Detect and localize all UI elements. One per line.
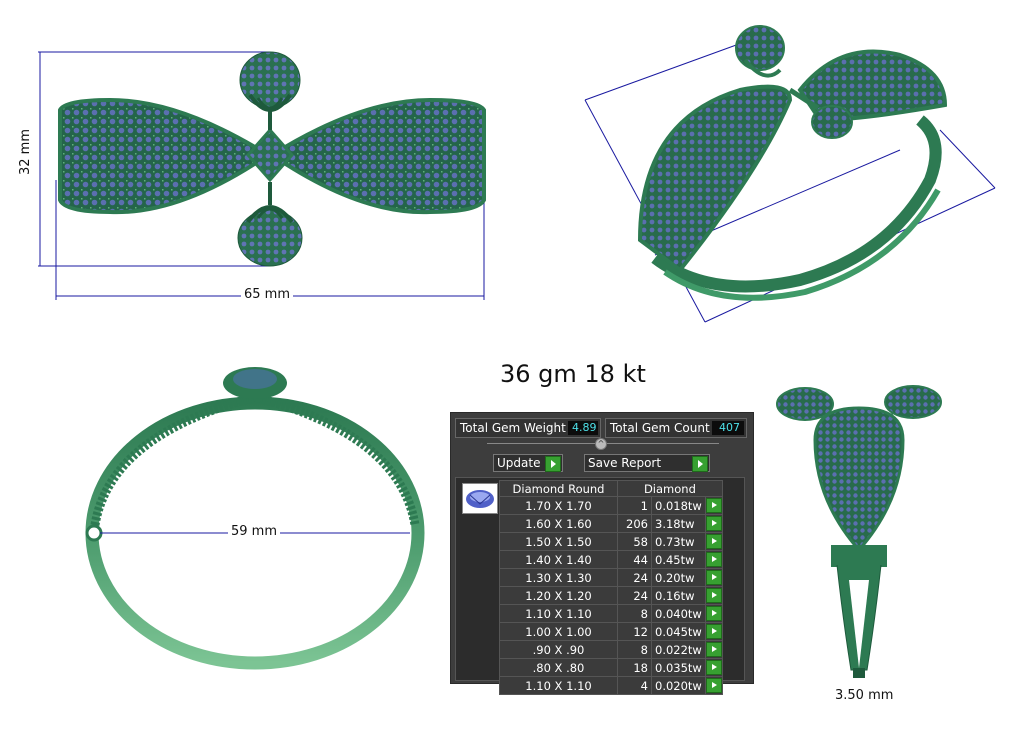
row-action-cell xyxy=(704,604,723,623)
table-row: 1.20 X 1.20 24 0.16tw xyxy=(499,586,723,605)
gem-weight: 0.045tw xyxy=(651,622,706,641)
gem-size: 1.70 X 1.70 xyxy=(499,496,618,515)
table-row: 1.60 X 1.60 206 3.18tw xyxy=(499,514,723,533)
gem-weight: 3.18tw xyxy=(651,514,706,533)
gem-count: 4 xyxy=(617,676,652,695)
gem-count: 44 xyxy=(617,550,652,569)
gem-size: 1.00 X 1.00 xyxy=(499,622,618,641)
gem-count: 24 xyxy=(617,586,652,605)
gem-weight: 0.020tw xyxy=(651,676,706,695)
total-gem-weight-label: Total Gem Weight xyxy=(460,421,566,435)
row-action-cell xyxy=(704,568,723,587)
gem-table: Diamond Round Diamond 1.70 X 1.70 1 0.018t… xyxy=(499,480,723,695)
gem-size: 1.60 X 1.60 xyxy=(499,514,618,533)
play-icon[interactable] xyxy=(705,516,722,531)
right-lobe xyxy=(268,97,486,215)
table-row: 1.10 X 1.10 4 0.020tw xyxy=(499,676,723,695)
perspective-view xyxy=(584,25,996,323)
column-header-material: Diamond xyxy=(617,480,723,497)
gem-size: .80 X .80 xyxy=(499,658,618,677)
band-width-label: 3.50 mm xyxy=(832,688,897,703)
total-gem-weight-box: Total Gem Weight 4.89 xyxy=(455,418,601,438)
total-gem-count-box: Total Gem Count 407 xyxy=(605,418,747,438)
row-action-cell xyxy=(704,640,723,659)
collapse-handle[interactable]: ^ xyxy=(595,438,607,450)
gem-weight: 0.20tw xyxy=(651,568,706,587)
end-view xyxy=(776,385,942,678)
gem-count: 8 xyxy=(617,604,652,623)
gem-weight: 0.035tw xyxy=(651,658,706,677)
gem-size: 1.10 X 1.10 xyxy=(499,676,618,695)
row-action-cell xyxy=(704,676,723,695)
gem-count: 24 xyxy=(617,568,652,587)
play-icon[interactable] xyxy=(705,588,722,603)
table-row: 1.40 X 1.40 44 0.45tw xyxy=(499,550,723,569)
gem-weight: 0.16tw xyxy=(651,586,706,605)
play-icon[interactable] xyxy=(705,642,722,657)
gem-count: 18 xyxy=(617,658,652,677)
gem-size: .90 X .90 xyxy=(499,640,618,659)
update-button[interactable]: Update xyxy=(493,454,563,472)
width-dimension-label: 65 mm xyxy=(241,287,294,302)
table-row: 1.00 X 1.00 12 0.045tw xyxy=(499,622,723,641)
column-header-shape: Diamond Round xyxy=(499,480,618,497)
play-icon[interactable] xyxy=(705,678,722,693)
row-action-cell xyxy=(704,622,723,641)
play-icon xyxy=(545,456,561,472)
play-icon[interactable] xyxy=(705,606,722,621)
play-icon xyxy=(692,456,708,472)
gem-table-container: Diamond Round Diamond 1.70 X 1.70 1 0.018t… xyxy=(455,477,745,695)
play-icon[interactable] xyxy=(705,534,722,549)
gem-weight: 0.040tw xyxy=(651,604,706,623)
total-gem-weight-value: 4.89 xyxy=(568,421,598,435)
total-gem-count-value: 407 xyxy=(712,421,744,435)
play-icon[interactable] xyxy=(705,498,722,513)
row-action-cell xyxy=(704,586,723,605)
table-row: .80 X .80 18 0.035tw xyxy=(499,658,723,677)
row-action-cell xyxy=(704,532,723,551)
row-action-cell xyxy=(704,514,723,533)
gem-weight: 0.018tw xyxy=(651,496,706,515)
gem-size: 1.30 X 1.30 xyxy=(499,568,618,587)
bottom-flower xyxy=(237,182,303,267)
total-gem-count-label: Total Gem Count xyxy=(610,421,710,435)
gem-count: 206 xyxy=(617,514,652,533)
gem-size: 1.10 X 1.10 xyxy=(499,604,618,623)
gem-count: 8 xyxy=(617,640,652,659)
play-icon[interactable] xyxy=(705,570,722,585)
play-icon[interactable] xyxy=(705,624,722,639)
row-action-cell xyxy=(704,658,723,677)
play-icon[interactable] xyxy=(705,660,722,675)
table-row: .90 X .90 8 0.022tw xyxy=(499,640,723,659)
row-action-cell xyxy=(704,550,723,569)
side-view xyxy=(85,367,425,670)
save-report-button[interactable]: Save Report xyxy=(584,454,710,472)
weight-karat-title: 36 gm 18 kt xyxy=(500,360,646,388)
table-row: 1.10 X 1.10 8 0.040tw xyxy=(499,604,723,623)
gem-report-panel: Total Gem Weight 4.89 Total Gem Count 40… xyxy=(450,412,754,695)
gem-weight: 0.73tw xyxy=(651,532,706,551)
gem-count: 58 xyxy=(617,532,652,551)
gem-size: 1.50 X 1.50 xyxy=(499,532,618,551)
gem-weight: 0.45tw xyxy=(651,550,706,569)
row-action-cell xyxy=(704,496,723,515)
play-icon[interactable] xyxy=(705,552,722,567)
gem-size: 1.20 X 1.20 xyxy=(499,586,618,605)
table-row: 1.50 X 1.50 58 0.73tw xyxy=(499,532,723,551)
gem-size: 1.40 X 1.40 xyxy=(499,550,618,569)
left-lobe xyxy=(58,97,272,215)
table-header-row: Diamond Round Diamond xyxy=(499,480,723,497)
height-dimension-label: 32 mm xyxy=(18,125,33,178)
gem-weight: 0.022tw xyxy=(651,640,706,659)
inner-diameter-label: 59 mm xyxy=(228,524,281,539)
front-view xyxy=(38,51,486,300)
round-diamond-icon[interactable] xyxy=(462,483,498,514)
gem-count: 12 xyxy=(617,622,652,641)
gem-count: 1 xyxy=(617,496,652,515)
top-flower xyxy=(239,51,301,130)
table-row: 1.30 X 1.30 24 0.20tw xyxy=(499,568,723,587)
update-button-label: Update xyxy=(497,456,541,470)
save-report-button-label: Save Report xyxy=(588,456,662,470)
table-row: 1.70 X 1.70 1 0.018tw xyxy=(499,496,723,515)
